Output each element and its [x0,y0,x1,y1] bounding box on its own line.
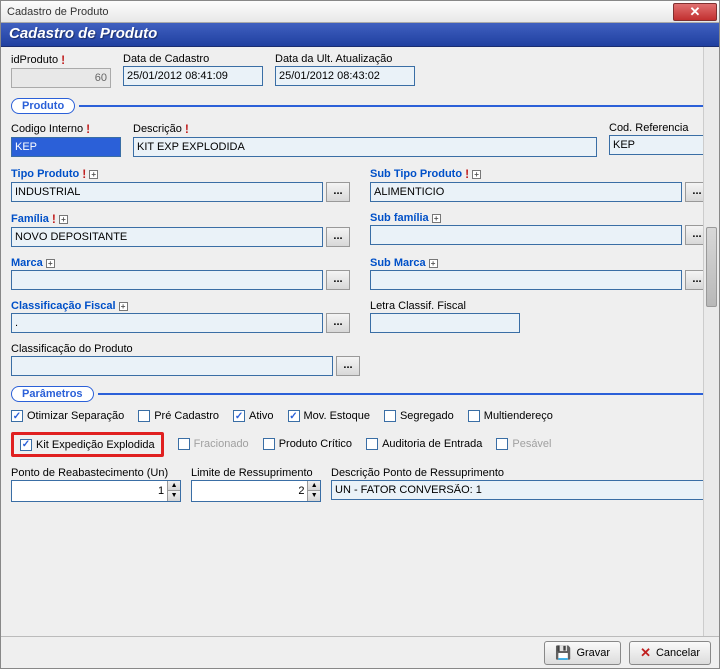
id-produto-label: idProduto! [11,53,111,67]
desc-ponto-ressuprimento-label: Descrição Ponto de Ressuprimento [331,467,709,479]
spin-up-icon[interactable]: ▲ [307,481,320,492]
tipo-produto-input[interactable] [11,182,323,202]
chk-produto-critico[interactable]: Produto Crítico [263,432,352,457]
submarca-label: Sub Marca+ [370,257,709,269]
familia-lookup-button[interactable]: ... [326,227,350,247]
divider [98,393,709,395]
id-produto-field [11,68,111,88]
section-produto-badge: Produto [11,98,75,114]
scrollbar[interactable] [703,47,719,636]
required-icon: ! [61,53,65,67]
descricao-label: Descrição! [133,122,597,136]
limite-ressuprimento-label: Limite de Ressuprimento [191,467,321,479]
close-button[interactable]: ✕ [673,3,717,21]
subtipo-produto-input[interactable] [370,182,682,202]
tipo-produto-lookup-button[interactable]: ... [326,182,350,202]
expand-icon[interactable]: + [432,214,441,223]
descricao-input[interactable] [133,137,597,157]
cancel-icon: ✕ [640,645,651,661]
expand-icon[interactable]: + [46,259,55,268]
submarca-input[interactable] [370,270,682,290]
ponto-reabastecimento-spinner[interactable]: ▲▼ [11,480,181,502]
expand-icon[interactable]: + [472,170,481,179]
expand-icon[interactable]: + [59,215,68,224]
cancelar-button[interactable]: ✕Cancelar [629,641,711,665]
titlebar[interactable]: Cadastro de Produto ✕ [1,1,719,23]
spin-up-icon[interactable]: ▲ [167,481,180,492]
product-registration-window: Cadastro de Produto ✕ Cadastro de Produt… [0,0,720,669]
spin-down-icon[interactable]: ▼ [167,491,180,501]
section-parametros: Parâmetros [11,386,709,402]
page-title: Cadastro de Produto [1,23,719,47]
marca-input[interactable] [11,270,323,290]
classif-produto-label: Classificação do Produto [11,343,360,355]
codigo-interno-label: Codigo Interno! [11,122,121,136]
content-area: idProduto! Data de Cadastro Data da Ult.… [1,47,719,636]
chk-auditoria-entrada[interactable]: Auditoria de Entrada [366,432,482,457]
limite-ressuprimento-spinner[interactable]: ▲▼ [191,480,321,502]
section-produto: Produto [11,98,709,114]
gravar-button[interactable]: 💾Gravar [544,641,621,665]
classif-produto-input[interactable] [11,356,333,376]
familia-label: Família!+ [11,212,350,226]
required-icon: ! [52,212,56,226]
chk-pre-cadastro[interactable]: Pré Cadastro [138,410,219,422]
chk-multiendereco[interactable]: Multiendereço [468,410,553,422]
cod-referencia-label: Cod. Referencia [609,122,709,134]
classif-fiscal-input[interactable] [11,313,323,333]
ponto-reabastecimento-input[interactable] [12,481,167,501]
tipo-produto-label: Tipo Produto!+ [11,167,350,181]
limite-ressuprimento-input[interactable] [192,481,307,501]
chk-segregado[interactable]: Segregado [384,410,454,422]
footer: 💾Gravar ✕Cancelar [1,636,719,668]
window-title: Cadastro de Produto [7,6,109,18]
subfamilia-label: Sub família+ [370,212,709,224]
save-icon: 💾 [555,645,571,661]
classif-fiscal-label: Classificação Fiscal+ [11,300,350,312]
required-icon: ! [185,122,189,136]
data-cadastro-field [123,66,263,86]
expand-icon[interactable]: + [429,259,438,268]
classif-fiscal-lookup-button[interactable]: ... [326,313,350,333]
desc-ponto-ressuprimento-input[interactable] [331,480,709,500]
chk-otimizar-separacao[interactable]: Otimizar Separação [11,410,124,422]
subtipo-produto-label: Sub Tipo Produto!+ [370,167,709,181]
ponto-reabastecimento-label: Ponto de Reabastecimento (Un) [11,467,181,479]
subfamilia-input[interactable] [370,225,682,245]
spin-down-icon[interactable]: ▼ [307,491,320,501]
codigo-interno-input[interactable] [11,137,121,157]
expand-icon[interactable]: + [119,302,128,311]
classif-produto-lookup-button[interactable]: ... [336,356,360,376]
letra-classif-label: Letra Classif. Fiscal [370,300,709,312]
expand-icon[interactable]: + [89,170,98,179]
data-cadastro-label: Data de Cadastro [123,53,263,65]
familia-input[interactable] [11,227,323,247]
section-parametros-badge: Parâmetros [11,386,94,402]
data-atualizacao-label: Data da Ult. Atualização [275,53,415,65]
chk-kit-expedicao-explodida[interactable]: Kit Expedição Explodida [20,439,155,451]
cod-referencia-input[interactable] [609,135,709,155]
data-atualizacao-field [275,66,415,86]
chk-mov-estoque[interactable]: Mov. Estoque [288,410,370,422]
required-icon: ! [465,167,469,181]
chk-pesavel: Pesável [496,432,551,457]
scrollbar-thumb[interactable] [706,227,717,307]
required-icon: ! [82,167,86,181]
marca-label: Marca+ [11,257,350,269]
letra-classif-input[interactable] [370,313,520,333]
chk-ativo[interactable]: Ativo [233,410,273,422]
chk-fracionado: Fracionado [178,432,249,457]
marca-lookup-button[interactable]: ... [326,270,350,290]
kit-highlight: Kit Expedição Explodida [11,432,164,457]
required-icon: ! [86,122,90,136]
divider [79,105,709,107]
